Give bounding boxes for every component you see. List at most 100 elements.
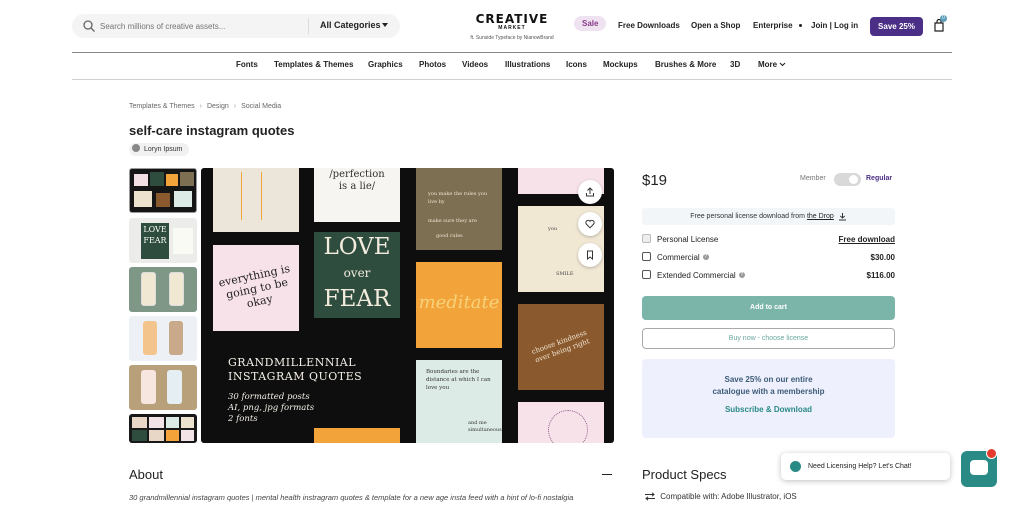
over-text: over xyxy=(343,266,371,280)
category-brushes-more[interactable]: Brushes & More xyxy=(655,60,716,69)
thumbnail-3[interactable] xyxy=(129,267,197,312)
author-chip[interactable]: Loryn Ipsum xyxy=(129,143,189,156)
license-personal[interactable]: Personal License xyxy=(642,234,719,244)
breadcrumb-separator: › xyxy=(199,103,202,110)
share-button[interactable] xyxy=(578,180,602,204)
product-price: $19 xyxy=(642,172,668,189)
about-description: 30 grandmillennial instagram quotes | me… xyxy=(129,493,574,502)
feature-line-1: 30 formatted posts xyxy=(228,392,310,402)
promo-line-1: Save 25% on our entire xyxy=(724,375,813,384)
thumbnail-2[interactable]: LOVE FEAR xyxy=(129,218,197,263)
buy-now-button[interactable]: Buy now - choose license xyxy=(642,328,895,349)
subscribe-download-link[interactable]: Subscribe & Download xyxy=(642,405,895,414)
about-heading: About xyxy=(129,467,163,482)
license-commercial[interactable]: Commercial? xyxy=(642,252,709,262)
notification-dot xyxy=(986,448,997,459)
category-mockups[interactable]: Mockups xyxy=(603,60,638,69)
membership-promo: Save 25% on our entire catalogue with a m… xyxy=(642,359,895,438)
sale-link[interactable]: Sale xyxy=(574,16,607,31)
logo-line-1: CREATIVE xyxy=(475,12,549,26)
fear-text: FEAR xyxy=(323,286,391,312)
commercial-license-checkbox[interactable] xyxy=(642,252,651,262)
license-name: Personal License xyxy=(657,235,719,244)
preview-heading: GRANDMILLENNIAL INSTAGRAM QUOTES xyxy=(228,356,362,384)
category-illustrations[interactable]: Illustrations xyxy=(505,60,550,69)
chevron-down-icon[interactable] xyxy=(382,23,388,27)
avatar xyxy=(132,144,140,153)
download-icon[interactable] xyxy=(838,212,847,221)
category-3d[interactable]: 3D xyxy=(730,60,740,69)
save-25-button[interactable]: Save 25% xyxy=(870,17,923,36)
search-icon xyxy=(83,20,95,32)
preview-features: 30 formatted posts AI, png, jpg formats … xyxy=(228,392,314,425)
cart-count-badge: 0 xyxy=(940,15,947,22)
category-fonts[interactable]: Fonts xyxy=(236,60,258,69)
product-title: self-care instagram quotes xyxy=(129,123,295,138)
join-login-link[interactable]: Join | Log in xyxy=(811,21,858,30)
search-input[interactable] xyxy=(100,17,306,35)
search-divider xyxy=(308,18,309,34)
feature-line-3: 2 fonts xyxy=(228,414,258,424)
product-preview-image[interactable]: /perfection is a lie/ LOVE over FEAR eve… xyxy=(201,168,614,443)
free-license-banner: Free personal license download from the … xyxy=(642,208,895,225)
favorite-button[interactable] xyxy=(578,212,602,236)
feature-line-2: AI, png, jpg formats xyxy=(228,403,315,413)
category-more[interactable]: More xyxy=(758,60,786,69)
member-regular-toggle[interactable] xyxy=(834,173,861,186)
category-icons[interactable]: Icons xyxy=(566,60,587,69)
info-icon[interactable]: ? xyxy=(702,253,709,260)
category-photos[interactable]: Photos xyxy=(419,60,446,69)
meditate-text: meditate xyxy=(418,292,500,313)
license-extended-commercial[interactable]: Extended Commercial? xyxy=(642,270,745,280)
category-graphics[interactable]: Graphics xyxy=(368,60,403,69)
add-to-cart-button[interactable]: Add to cart xyxy=(642,296,895,320)
category-templates-themes[interactable]: Templates & Themes xyxy=(274,60,353,69)
the-drop-link[interactable]: the Drop xyxy=(807,213,834,220)
category-dropdown[interactable]: All Categories xyxy=(320,20,381,30)
you-text: you xyxy=(548,226,558,232)
thumb-fear-text: FEAR xyxy=(143,236,167,245)
category-videos[interactable]: Videos xyxy=(462,60,488,69)
thumbnail-4[interactable] xyxy=(129,316,197,361)
heart-icon xyxy=(585,219,595,229)
thumbnail-5[interactable] xyxy=(129,365,197,410)
preview-card-beige xyxy=(213,168,299,232)
thumb-love-text: LOVE xyxy=(143,225,167,234)
grand-line-2: INSTAGRAM QUOTES xyxy=(228,370,363,383)
chat-brand-icon xyxy=(790,461,801,472)
share-icon xyxy=(586,187,594,197)
info-icon[interactable]: ? xyxy=(738,271,745,278)
bookmark-button[interactable] xyxy=(578,243,602,267)
preview-card-boundaries: Boundaries are the distance at which I c… xyxy=(416,360,502,443)
header-divider xyxy=(72,52,952,53)
free-downloads-link[interactable]: Free Downloads xyxy=(618,21,680,30)
extended-license-checkbox[interactable] xyxy=(642,270,651,280)
bookmark-icon xyxy=(587,250,593,260)
member-label: Member xyxy=(800,175,826,182)
extended-price: $116.00 xyxy=(866,271,895,280)
kindness-text: choose kindness over being right xyxy=(530,328,591,365)
commercial-price: $30.00 xyxy=(870,253,895,262)
enterprise-link[interactable]: Enterprise xyxy=(753,21,793,30)
breadcrumb-item[interactable]: Social Media xyxy=(241,103,281,110)
author-name: Loryn Ipsum xyxy=(144,146,183,153)
creative-market-logo[interactable]: CREATIVE MARKET ft. Sunside Typeface by … xyxy=(460,12,564,41)
personal-license-checkbox[interactable] xyxy=(642,234,651,244)
open-shop-link[interactable]: Open a Shop xyxy=(691,21,740,30)
chevron-down-icon xyxy=(779,63,786,67)
compatibility-text: Compatible with: Adobe Illustrator, iOS xyxy=(660,492,797,501)
free-download-link[interactable]: Free download xyxy=(805,235,895,244)
breadcrumb-item[interactable]: Design xyxy=(207,103,229,110)
breadcrumb-item[interactable]: Templates & Themes xyxy=(129,103,195,110)
licensing-chat-popup[interactable]: Need Licensing Help? Let's Chat! xyxy=(781,453,950,480)
thumbnail-6[interactable] xyxy=(129,414,197,443)
chat-button[interactable] xyxy=(961,448,997,487)
preview-card-pink-bottom xyxy=(518,402,604,443)
thumbnail-1[interactable] xyxy=(129,168,197,213)
chat-bubble-icon xyxy=(970,460,988,475)
rules-text-mid: make sure they are xyxy=(428,218,477,224)
preview-card-love-over-fear: LOVE over FEAR xyxy=(314,232,400,318)
preview-card-rules: you make the rules you live by make sure… xyxy=(416,168,502,250)
breadcrumb-separator: › xyxy=(233,103,237,110)
collapse-about-button[interactable] xyxy=(602,474,612,475)
